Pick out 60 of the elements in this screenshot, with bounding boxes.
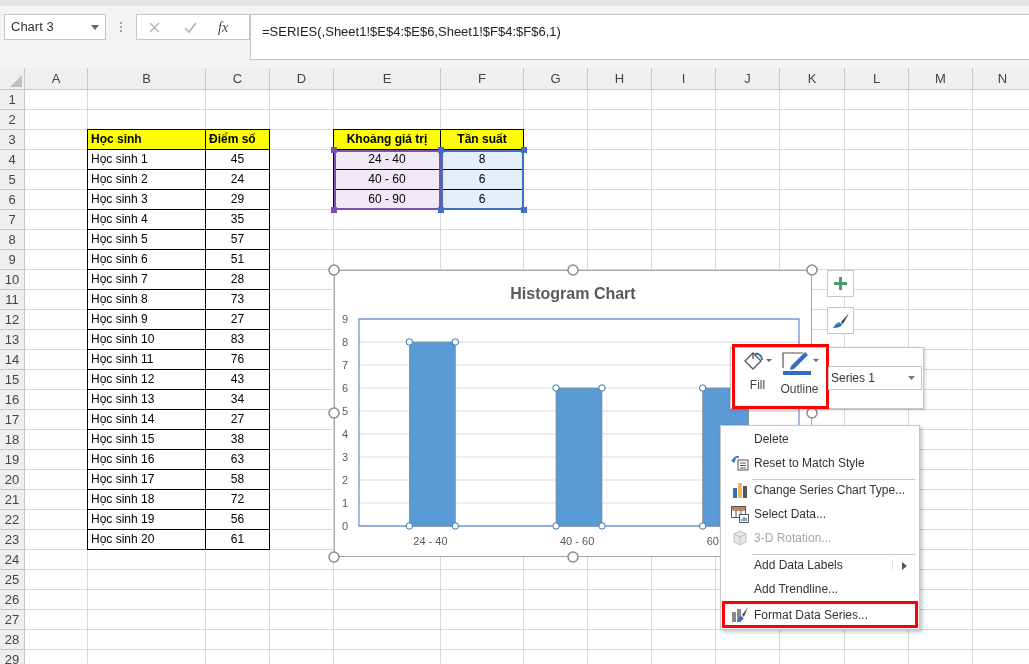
chart-title: Histogram Chart <box>509 284 637 304</box>
table-cell: 27 <box>206 410 270 430</box>
table-cell: Học sinh 10 <box>87 330 206 350</box>
axis-tick-label: 2 <box>341 474 349 486</box>
table-cell: Học sinh 13 <box>87 390 206 410</box>
table-cell: Học sinh 7 <box>87 270 206 290</box>
table-cell: 34 <box>206 390 270 410</box>
table-cell: Học sinh 16 <box>87 450 206 470</box>
table-cell: 56 <box>206 510 270 530</box>
table-cell: 43 <box>206 370 270 390</box>
axis-tick-label: 9 <box>341 313 349 325</box>
table-cell: Học sinh 8 <box>87 290 206 310</box>
table-cell: Học sinh 19 <box>87 510 206 530</box>
table-cell: 76 <box>206 350 270 370</box>
axis-tick-label: 8 <box>341 336 349 348</box>
table-cell: Học sinh 11 <box>87 350 206 370</box>
table-cell: 38 <box>206 430 270 450</box>
header-cell: Khoảng giá trị <box>333 129 441 150</box>
table-cell: 29 <box>206 190 270 210</box>
table-cell: 63 <box>206 450 270 470</box>
table-cell: 27 <box>206 310 270 330</box>
table-cell: Học sinh 18 <box>87 490 206 510</box>
table-cell: Học sinh 4 <box>87 210 206 230</box>
table-cell: Học sinh 2 <box>87 170 206 190</box>
table-cell: Học sinh 12 <box>87 370 206 390</box>
header-cell: Điểm số <box>206 129 270 150</box>
table-cell: Học sinh 14 <box>87 410 206 430</box>
table-cell: 51 <box>206 250 270 270</box>
table-cell: 73 <box>206 290 270 310</box>
table-cell: 45 <box>206 150 270 170</box>
axis-tick-label: 4 <box>341 428 349 440</box>
axis-category-label: 24 - 40 <box>413 535 448 547</box>
table-cell: 58 <box>206 470 270 490</box>
axis-category-label: 40 - 60 <box>560 535 595 547</box>
table-cell: Học sinh 9 <box>87 310 206 330</box>
table-cell: 72 <box>206 490 270 510</box>
table-cell: 83 <box>206 330 270 350</box>
table-cell: Học sinh 17 <box>87 470 206 490</box>
axis-tick-label: 3 <box>341 451 349 463</box>
header-cell: Tần suất <box>441 129 524 150</box>
table-cell: 35 <box>206 210 270 230</box>
table-cell: Học sinh 15 <box>87 430 206 450</box>
table-cell: Học sinh 6 <box>87 250 206 270</box>
table-cell: 28 <box>206 270 270 290</box>
axis-tick-label: 7 <box>341 359 349 371</box>
table-cell: 6 <box>441 170 524 190</box>
axis-tick-label: 6 <box>341 382 349 394</box>
axis-tick-label: 0 <box>341 520 349 532</box>
table-cell: 40 - 60 <box>333 170 441 190</box>
axis-category-label: 60 <box>706 535 719 547</box>
table-cell: 24 <box>206 170 270 190</box>
table-cell: Học sinh 1 <box>87 150 206 170</box>
header-cell: Học sinh <box>87 129 206 150</box>
table-cell: Học sinh 20 <box>87 530 206 550</box>
table-cell: Học sinh 5 <box>87 230 206 250</box>
table-cell: 57 <box>206 230 270 250</box>
axis-tick-label: 1 <box>341 497 349 509</box>
axis-tick-label: 5 <box>341 405 349 417</box>
table-cell: 61 <box>206 530 270 550</box>
table-cell: Học sinh 3 <box>87 190 206 210</box>
